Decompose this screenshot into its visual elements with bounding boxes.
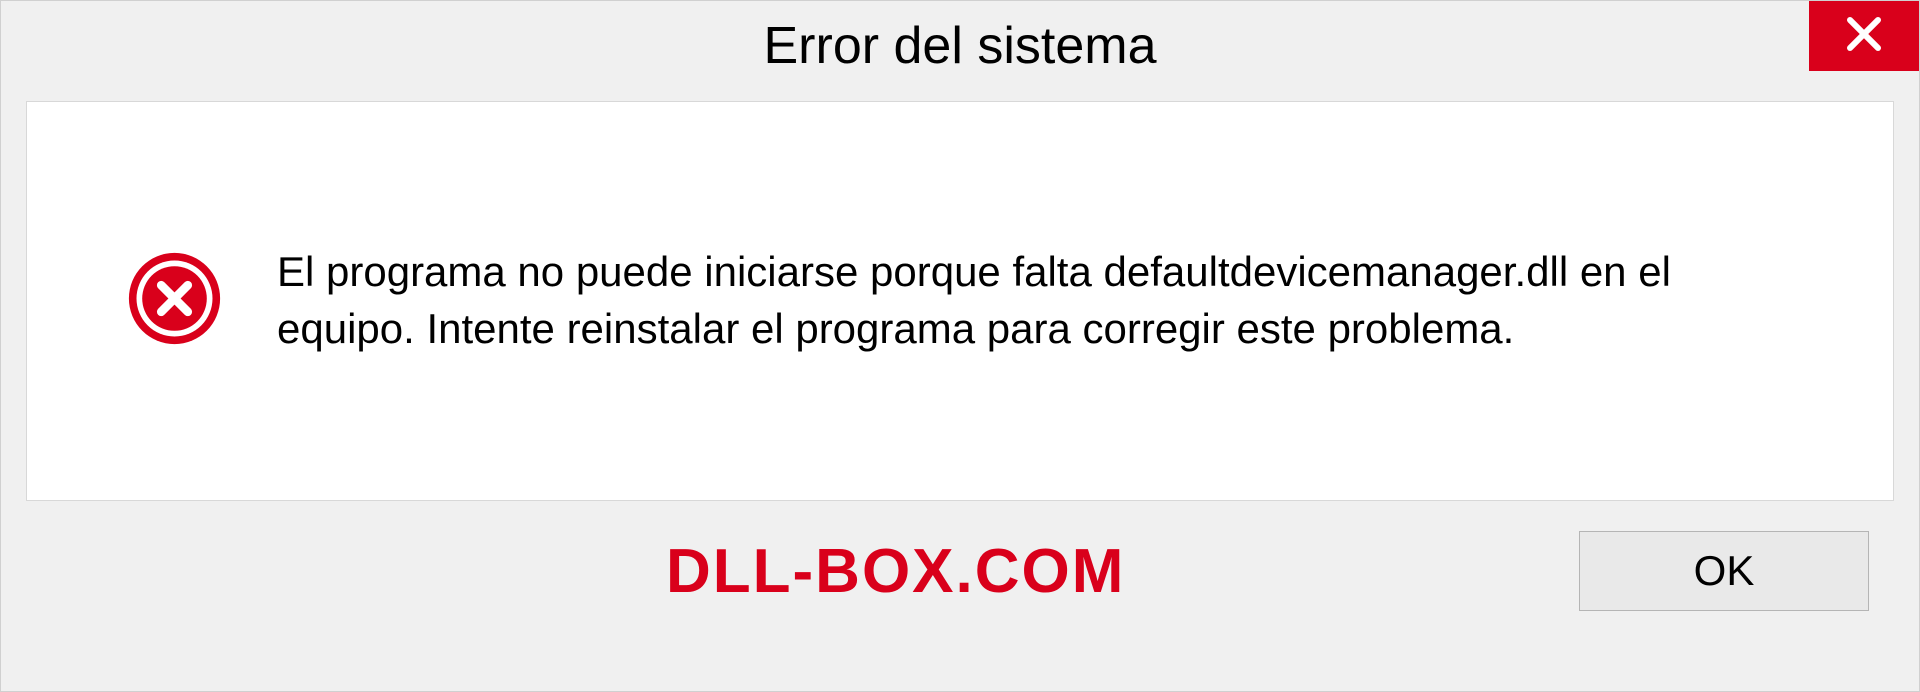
close-button[interactable] [1809,1,1919,71]
error-message: El programa no puede iniciarse porque fa… [277,244,1813,357]
error-dialog: Error del sistema El programa no puede i… [0,0,1920,692]
dialog-title: Error del sistema [1,16,1919,76]
dialog-footer: DLL-BOX.COM OK [1,501,1919,611]
error-icon [127,251,222,351]
close-icon [1844,14,1884,59]
ok-button[interactable]: OK [1579,531,1869,611]
titlebar: Error del sistema [1,1,1919,91]
watermark-text: DLL-BOX.COM [666,536,1125,607]
dialog-content: El programa no puede iniciarse porque fa… [26,101,1894,501]
